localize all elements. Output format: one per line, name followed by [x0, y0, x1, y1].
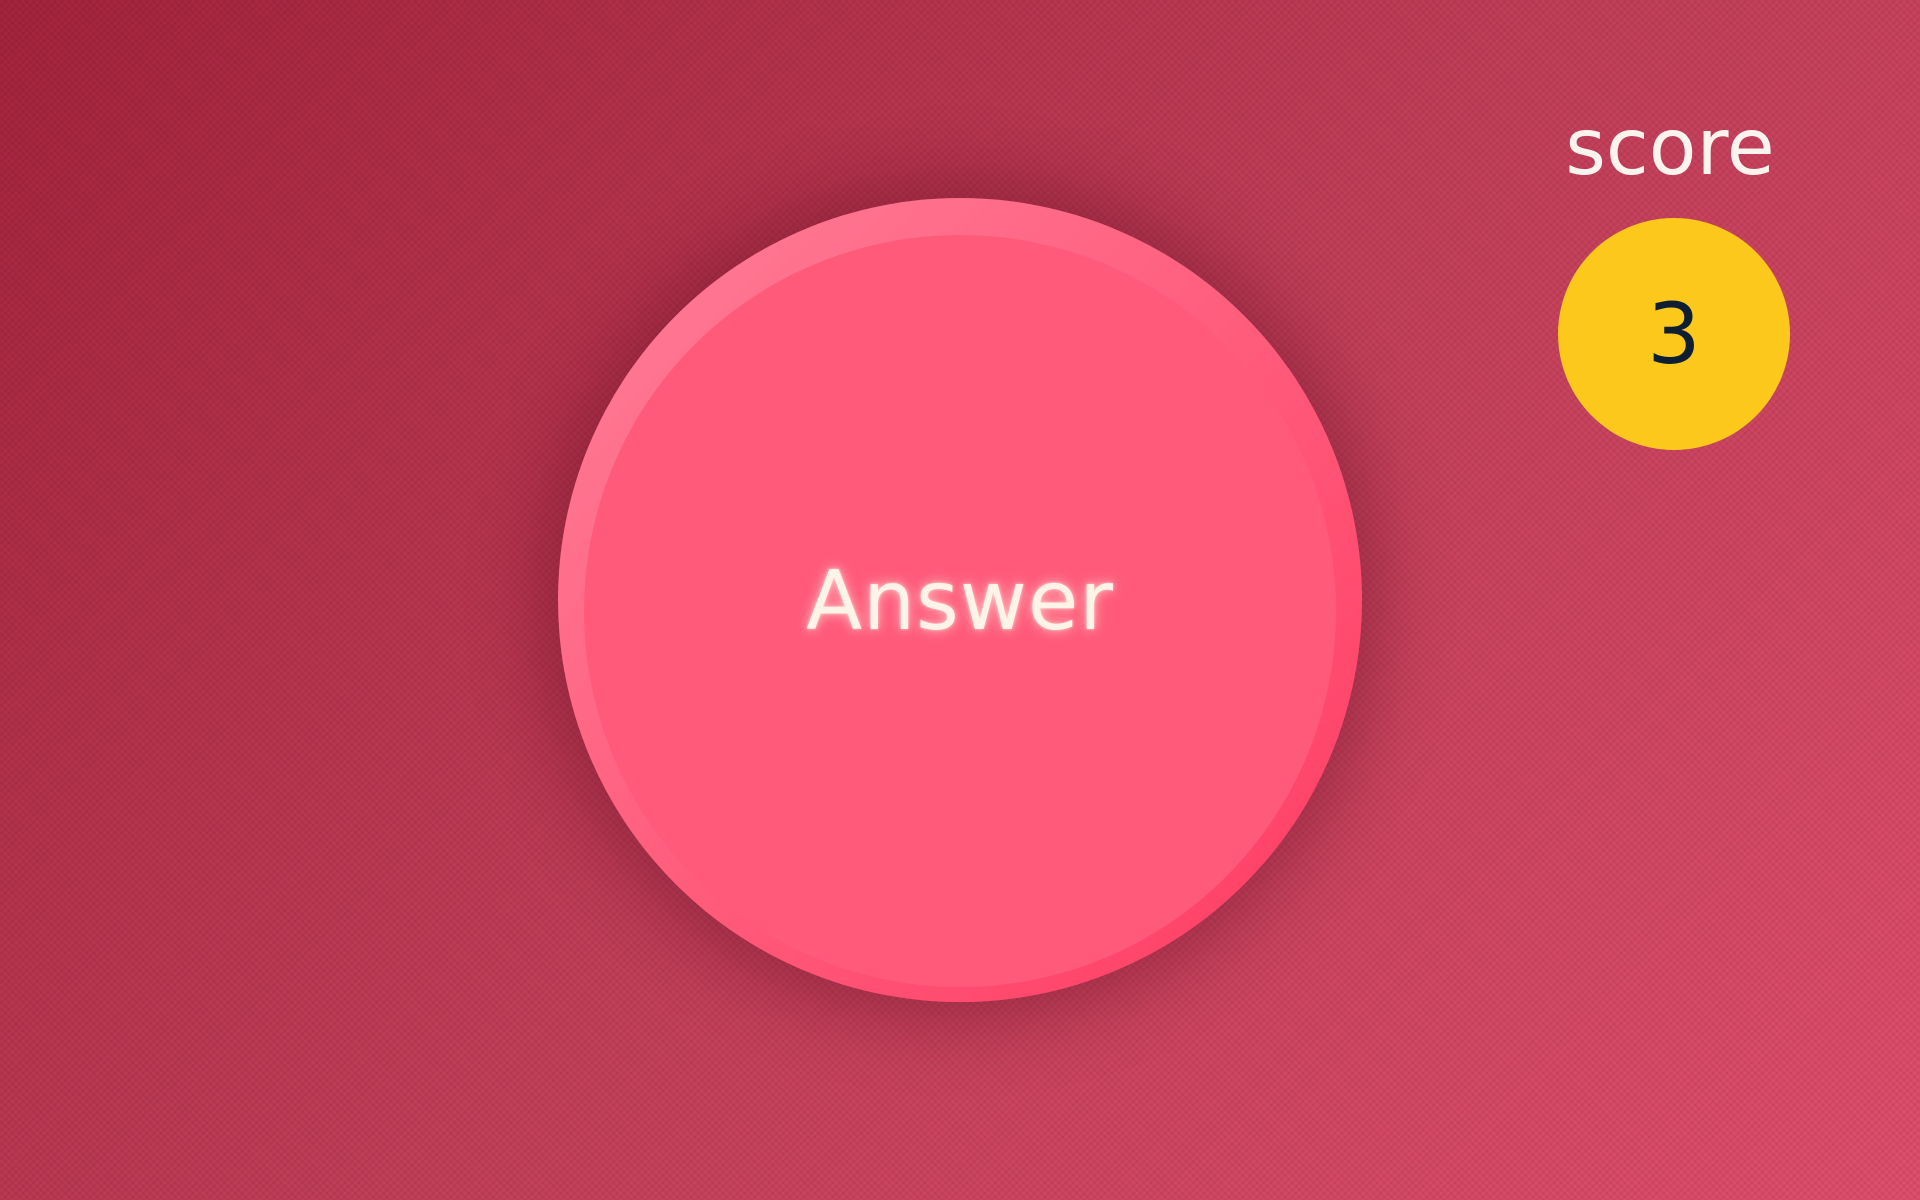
answer-button[interactable]: Answer: [558, 198, 1362, 1002]
answer-button-face: Answer: [584, 235, 1336, 987]
answer-label: Answer: [805, 553, 1114, 649]
score-badge: 3: [1558, 218, 1790, 450]
score-label: score: [1565, 103, 1775, 193]
score-value: 3: [1647, 285, 1701, 383]
